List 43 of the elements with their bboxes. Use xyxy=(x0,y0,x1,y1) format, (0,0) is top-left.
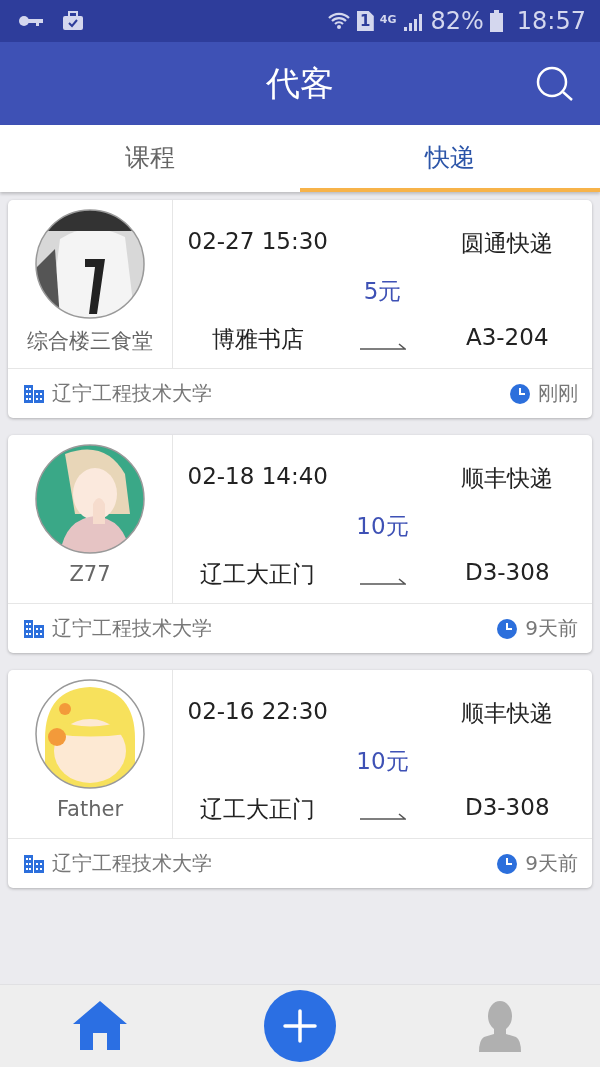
courier-name: 顺丰快递 xyxy=(460,464,555,493)
date-time: 02-16 22:30 xyxy=(186,698,329,726)
price: 10元 xyxy=(355,747,410,776)
battery-percent: 82% xyxy=(430,7,484,35)
courier-name: 圆通快递 xyxy=(460,229,555,258)
building-icon xyxy=(24,384,44,403)
building-icon xyxy=(24,854,44,873)
price: 5元 xyxy=(362,277,403,306)
user-name: Father xyxy=(56,797,124,821)
user-name: 综合楼三食堂 xyxy=(27,328,153,355)
school-name: 辽宁工程技术大学 xyxy=(52,850,212,877)
add-button[interactable] xyxy=(264,990,336,1062)
date-time: 02-18 14:40 xyxy=(186,463,329,491)
pickup-location: 博雅书店 xyxy=(210,325,305,354)
clock-icon xyxy=(497,853,518,874)
posted-time: 刚刚 xyxy=(538,380,578,407)
home-icon[interactable] xyxy=(72,1000,128,1052)
tab[interactable]: 快递 xyxy=(300,125,600,192)
school-name: 辽宁工程技术大学 xyxy=(52,380,212,407)
clock-icon xyxy=(497,618,518,639)
delivery-location: A3-204 xyxy=(464,324,550,352)
clipboard-check-icon xyxy=(62,11,84,31)
pickup-location: 辽工大正门 xyxy=(199,795,317,824)
delivery-location: D3-308 xyxy=(463,794,551,822)
posted-time: 9天前 xyxy=(525,850,578,877)
date-time: 02-27 15:30 xyxy=(186,228,329,256)
user-name: Z77 xyxy=(69,562,111,586)
signal-icon xyxy=(402,11,425,31)
clock: 18:57 xyxy=(516,7,586,35)
battery-icon xyxy=(489,10,503,32)
posted-time: 9天前 xyxy=(525,615,578,642)
sim-card-label: 1 xyxy=(356,11,374,31)
key-icon xyxy=(18,15,44,27)
school-name: 辽宁工程技术大学 xyxy=(52,615,212,642)
price: 10元 xyxy=(355,512,410,541)
network-type: 4G xyxy=(379,13,397,26)
app-title: 代客 xyxy=(266,61,334,105)
delivery-location: D3-308 xyxy=(463,559,551,587)
pickup-location: 辽工大正门 xyxy=(199,560,317,589)
courier-name: 顺丰快递 xyxy=(460,699,555,728)
tab[interactable]: 课程 xyxy=(0,125,300,192)
clock-icon xyxy=(510,383,530,404)
building-icon xyxy=(24,619,44,638)
